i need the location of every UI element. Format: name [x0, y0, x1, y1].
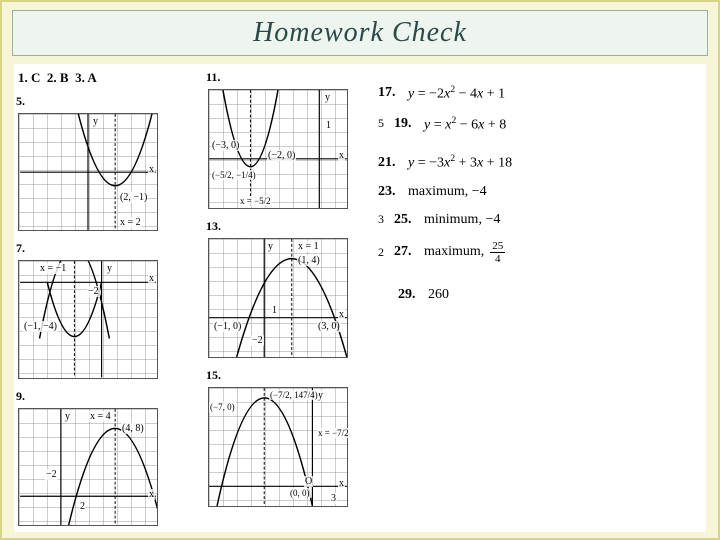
p11-r1: (−3, 0) — [211, 140, 240, 151]
p5-num: 5. — [14, 90, 194, 111]
a25-text: minimum, −4 — [424, 212, 500, 228]
a21-text: y = −3x2 + 3x + 18 — [408, 153, 512, 172]
p7-graph: x = −1 −2 (−1, −4) x y — [18, 260, 158, 378]
p11-y: y — [324, 92, 331, 103]
p15-axis: x = −7/2 — [317, 428, 350, 438]
p9-graph: y x x = 4 (4, 8) −2 2 — [18, 408, 158, 526]
ans-29: 29. 260 — [374, 281, 554, 309]
page-title: Homework Check — [13, 17, 707, 49]
a27-text: maximum, — [424, 244, 484, 260]
a19-pre: 5 — [378, 116, 388, 131]
a27-frac-d: 4 — [493, 253, 503, 265]
q1-val: C — [31, 70, 40, 85]
p9-num: 9. — [14, 385, 194, 406]
a27-num: 27. — [394, 244, 418, 260]
a27-frac-n: 25 — [490, 240, 505, 253]
p11-r2: (−2, 0) — [267, 150, 296, 161]
column-middle: 11. y x 1 (−3, 0) (−2, 0) (−5/2, −1/4) x… — [194, 64, 344, 532]
p5-x: x — [148, 164, 155, 175]
q3-num: 3. — [75, 70, 85, 85]
p11-axis: x = −5/2 — [239, 196, 272, 206]
p13-r1: (−1, 0) — [213, 321, 242, 332]
ans-27: 2 27. maximum, 25 4 — [374, 234, 554, 271]
p5-axis: x = 2 — [119, 217, 142, 228]
p15-x: x — [338, 478, 345, 489]
p7-axis: x = −1 — [39, 263, 67, 274]
p7-num: 7. — [14, 237, 194, 258]
a25-num: 25. — [394, 212, 418, 228]
slide-frame: Homework Check 1. C 2. B 3. A 5. y — [0, 0, 720, 540]
q1-num: 1. — [18, 70, 28, 85]
content-area: 1. C 2. B 3. A 5. y x (2, −1) x = 2 — [14, 64, 706, 532]
ans-25: 3 25. minimum, −4 — [374, 206, 554, 234]
p5-vertex: (2, −1) — [119, 192, 148, 203]
a19-num: 19. — [394, 116, 418, 132]
p15-num: 15. — [204, 364, 344, 385]
p5-graph: y x (2, −1) x = 2 — [18, 113, 158, 231]
a17-text: y = −2x2 − 4x + 1 — [408, 84, 505, 103]
p9-y: y — [64, 411, 71, 422]
a21-num: 21. — [378, 155, 402, 171]
a23-text: maximum, −4 — [408, 184, 487, 200]
ans-17: 17. y = −2x2 − 4x + 1 — [374, 78, 554, 109]
p5-y: y — [92, 116, 99, 127]
p13-y: y — [267, 241, 274, 252]
a23-num: 23. — [378, 184, 402, 200]
p15-r1: (−7, 0) — [209, 402, 236, 412]
q3-val: A — [87, 70, 96, 85]
a29-text: 260 — [428, 287, 449, 303]
p11-graph: y x 1 (−3, 0) (−2, 0) (−5/2, −1/4) x = −… — [208, 89, 348, 209]
p15-o: O — [304, 476, 313, 487]
p15-graph: y x (−7, 0) (−7/2, 147/4) x = −7/2 (0, 0… — [208, 387, 348, 507]
p7-x: x — [148, 273, 155, 284]
a25-pre: 3 — [378, 212, 388, 227]
ans-21: 21. y = −3x2 + 3x + 18 — [374, 147, 554, 178]
a19-text: y = x2 − 6x + 8 — [424, 115, 506, 134]
answers-1-3: 1. C 2. B 3. A — [14, 64, 194, 90]
p9-axis: x = 4 — [89, 411, 112, 422]
p7-pt: −2 — [87, 286, 100, 297]
p11-vertex: (−5/2, −1/4) — [211, 170, 257, 180]
p13-r2: (3, 0) — [317, 321, 341, 332]
p13-x: x — [338, 309, 345, 320]
a27-pre: 2 — [378, 245, 388, 260]
q2-val: B — [60, 70, 69, 85]
p7-vertex: (−1, −4) — [23, 321, 58, 332]
p11-x: x — [338, 150, 345, 161]
column-right: 17. y = −2x2 − 4x + 1 5 19. y = x2 − 6x … — [344, 64, 554, 532]
p13-num: 13. — [204, 215, 344, 236]
p9-vertex: (4, 8) — [121, 423, 145, 434]
p9-x: x — [148, 489, 155, 500]
p11-one: 1 — [325, 120, 332, 131]
p13-graph: y x x = 1 (1, 4) (−1, 0) (3, 0) −2 1 — [208, 238, 348, 358]
a27-frac: 25 4 — [490, 240, 505, 265]
p15-r2: (0, 0) — [289, 488, 311, 498]
p9-t1: −2 — [45, 469, 58, 480]
a17-num: 17. — [378, 85, 402, 101]
column-left: 1. C 2. B 3. A 5. y x (2, −1) x = 2 — [14, 64, 194, 532]
q2-num: 2. — [47, 70, 57, 85]
p15-tick: 3 — [330, 493, 337, 504]
ans-19: 5 19. y = x2 − 6x + 8 — [374, 109, 554, 140]
a29-num: 29. — [398, 287, 422, 303]
p7-y: y — [106, 263, 113, 274]
p13-axis: x = 1 — [297, 241, 320, 252]
p13-one: 1 — [271, 305, 278, 316]
p9-t2: 2 — [79, 501, 86, 512]
title-bar: Homework Check — [12, 10, 708, 56]
p15-vertex: (−7/2, 147/4) — [269, 390, 319, 400]
p11-num: 11. — [204, 64, 344, 87]
ans-23: 23. maximum, −4 — [374, 178, 554, 206]
p13-neg2: −2 — [251, 335, 264, 346]
p13-vertex: (1, 4) — [297, 255, 321, 266]
